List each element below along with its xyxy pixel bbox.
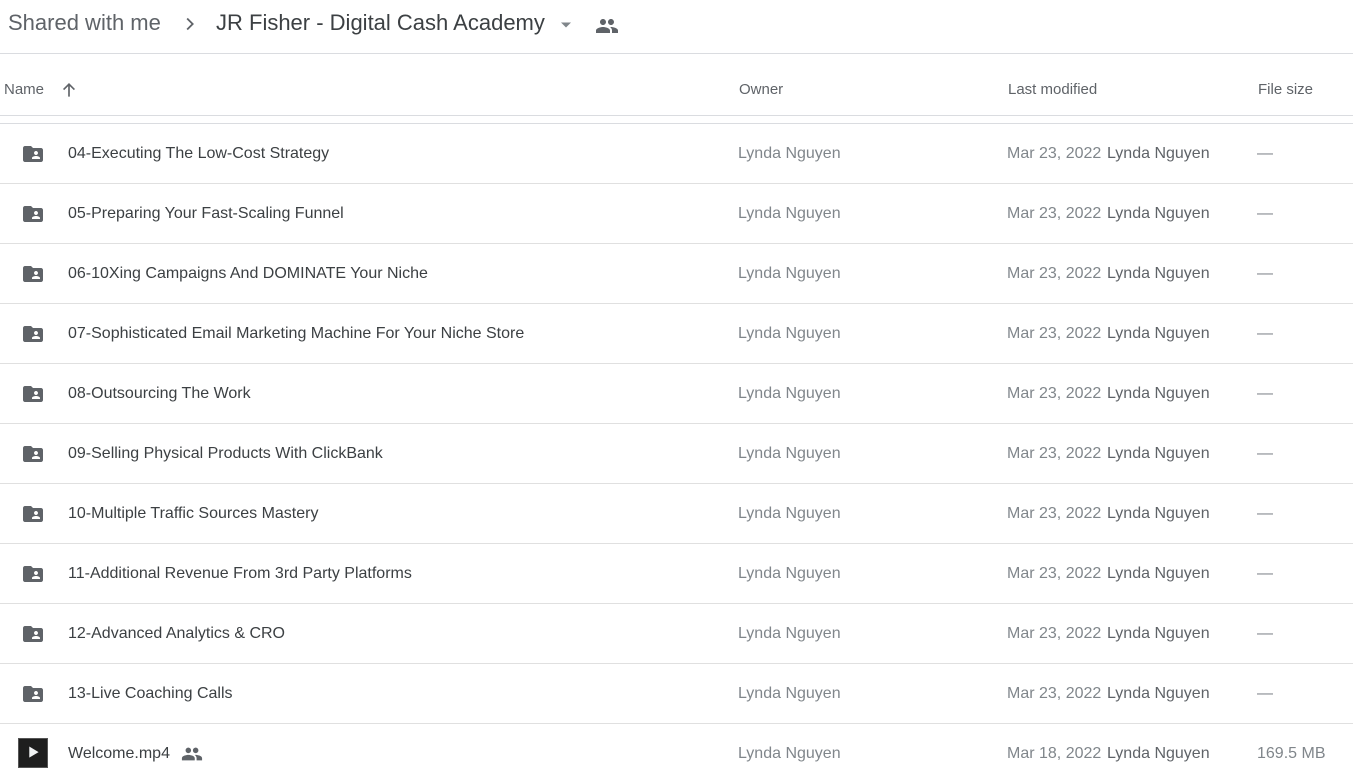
file-modified-date: Mar 23, 2022 — [1007, 325, 1102, 342]
file-size: — — [1257, 385, 1273, 402]
file-row[interactable]: 04-Executing The Low-Cost Strategy Lynda… — [0, 124, 1353, 184]
file-owner: Lynda Nguyen — [738, 205, 841, 222]
file-modified-date: Mar 23, 2022 — [1007, 265, 1102, 282]
shared-folder-icon — [23, 326, 43, 342]
shared-folder-icon — [23, 686, 43, 702]
file-modified-by: Lynda Nguyen — [1107, 625, 1210, 642]
file-size: 169.5 MB — [1257, 745, 1326, 762]
file-modified-date: Mar 23, 2022 — [1007, 145, 1102, 162]
file-modified-date: Mar 23, 2022 — [1007, 385, 1102, 402]
column-header-name[interactable]: Name — [4, 81, 44, 98]
column-header-owner: Owner — [739, 81, 784, 98]
file-size: — — [1257, 205, 1273, 222]
file-owner: Lynda Nguyen — [738, 385, 841, 402]
file-size: — — [1257, 505, 1273, 522]
file-name: 08-Outsourcing The Work — [68, 385, 251, 402]
shared-folder-icon — [23, 446, 43, 462]
people-icon — [596, 19, 618, 33]
file-modified-by: Lynda Nguyen — [1107, 205, 1210, 222]
file-name: 13-Live Coaching Calls — [68, 685, 233, 702]
file-owner: Lynda Nguyen — [738, 145, 841, 162]
file-modified-by: Lynda Nguyen — [1107, 385, 1210, 402]
file-row[interactable]: 10-Multiple Traffic Sources Mastery Lynd… — [0, 484, 1353, 544]
file-modified-date: Mar 23, 2022 — [1007, 205, 1102, 222]
file-name: 07-Sophisticated Email Marketing Machine… — [68, 325, 525, 342]
file-size: — — [1257, 685, 1273, 702]
file-modified-by: Lynda Nguyen — [1107, 265, 1210, 282]
file-modified-by: Lynda Nguyen — [1107, 445, 1210, 462]
file-name: Welcome.mp4 — [68, 745, 170, 762]
caret-down-icon[interactable] — [556, 15, 576, 35]
file-size: — — [1257, 325, 1273, 342]
file-row[interactable]: 09-Selling Physical Products With ClickB… — [0, 424, 1353, 484]
file-row[interactable]: 11-Additional Revenue From 3rd Party Pla… — [0, 544, 1353, 604]
shared-folder-icon — [23, 626, 43, 642]
file-owner: Lynda Nguyen — [738, 265, 841, 282]
file-modified-by: Lynda Nguyen — [1107, 565, 1210, 582]
file-row[interactable]: Welcome.mp4 Lynda Nguyen Mar 18, 2022 Ly… — [0, 724, 1353, 782]
file-size: — — [1257, 565, 1273, 582]
file-modified-by: Lynda Nguyen — [1107, 685, 1210, 702]
file-owner: Lynda Nguyen — [738, 445, 841, 462]
file-modified-date: Mar 18, 2022 — [1007, 745, 1102, 762]
shared-folder-icon — [23, 506, 43, 522]
file-name: 09-Selling Physical Products With ClickB… — [68, 445, 383, 462]
file-name: 12-Advanced Analytics & CRO — [68, 625, 285, 642]
file-name: 11-Additional Revenue From 3rd Party Pla… — [68, 565, 412, 582]
file-name: 10-Multiple Traffic Sources Mastery — [68, 505, 319, 522]
file-owner: Lynda Nguyen — [738, 745, 841, 762]
file-owner: Lynda Nguyen — [738, 625, 841, 642]
file-row[interactable]: 05-Preparing Your Fast-Scaling Funnel Ly… — [0, 184, 1353, 244]
shared-folder-icon — [23, 146, 43, 162]
breadcrumb-shared-with-me[interactable]: Shared with me — [8, 10, 161, 36]
file-size: — — [1257, 265, 1273, 282]
file-owner: Lynda Nguyen — [738, 325, 841, 342]
chevron-right-icon — [186, 17, 194, 31]
file-row[interactable]: 08-Outsourcing The Work Lynda Nguyen Mar… — [0, 364, 1353, 424]
file-row[interactable]: 07-Sophisticated Email Marketing Machine… — [0, 304, 1353, 364]
breadcrumb-current-folder[interactable]: JR Fisher - Digital Cash Academy — [216, 10, 545, 36]
column-header-row: Name Owner Last modified File size — [0, 54, 1353, 116]
column-header-last-modified[interactable]: Last modified — [1008, 81, 1097, 98]
shared-folder-icon — [23, 566, 43, 582]
file-owner: Lynda Nguyen — [738, 565, 841, 582]
file-name: 05-Preparing Your Fast-Scaling Funnel — [68, 205, 344, 222]
file-row[interactable]: 13-Live Coaching Calls Lynda Nguyen Mar … — [0, 664, 1353, 724]
file-modified-date: Mar 23, 2022 — [1007, 625, 1102, 642]
video-thumbnail — [18, 738, 48, 768]
play-icon — [29, 746, 39, 758]
file-modified-date: Mar 23, 2022 — [1007, 505, 1102, 522]
file-size: — — [1257, 145, 1273, 162]
file-owner: Lynda Nguyen — [738, 505, 841, 522]
file-modified-date: Mar 23, 2022 — [1007, 685, 1102, 702]
file-modified-by: Lynda Nguyen — [1107, 145, 1210, 162]
file-size: — — [1257, 625, 1273, 642]
breadcrumb: Shared with me JR Fisher - Digital Cash … — [0, 0, 1353, 54]
file-row[interactable]: 06-10Xing Campaigns And DOMINATE Your Ni… — [0, 244, 1353, 304]
arrow-up-icon[interactable] — [59, 80, 79, 100]
shared-folder-icon — [23, 206, 43, 222]
file-modified-date: Mar 23, 2022 — [1007, 445, 1102, 462]
file-name: 06-10Xing Campaigns And DOMINATE Your Ni… — [68, 265, 428, 282]
file-modified-by: Lynda Nguyen — [1107, 325, 1210, 342]
column-header-file-size[interactable]: File size — [1258, 81, 1313, 98]
file-modified-date: Mar 23, 2022 — [1007, 565, 1102, 582]
file-owner: Lynda Nguyen — [738, 685, 841, 702]
file-name: 04-Executing The Low-Cost Strategy — [68, 145, 330, 162]
shared-folder-icon — [23, 386, 43, 402]
file-modified-by: Lynda Nguyen — [1107, 505, 1210, 522]
file-size: — — [1257, 445, 1273, 462]
file-modified-by: Lynda Nguyen — [1107, 745, 1210, 762]
shared-folder-icon — [23, 266, 43, 282]
file-row[interactable]: 12-Advanced Analytics & CRO Lynda Nguyen… — [0, 604, 1353, 664]
people-icon — [181, 747, 203, 761]
file-list: 04-Executing The Low-Cost Strategy Lynda… — [0, 123, 1353, 782]
